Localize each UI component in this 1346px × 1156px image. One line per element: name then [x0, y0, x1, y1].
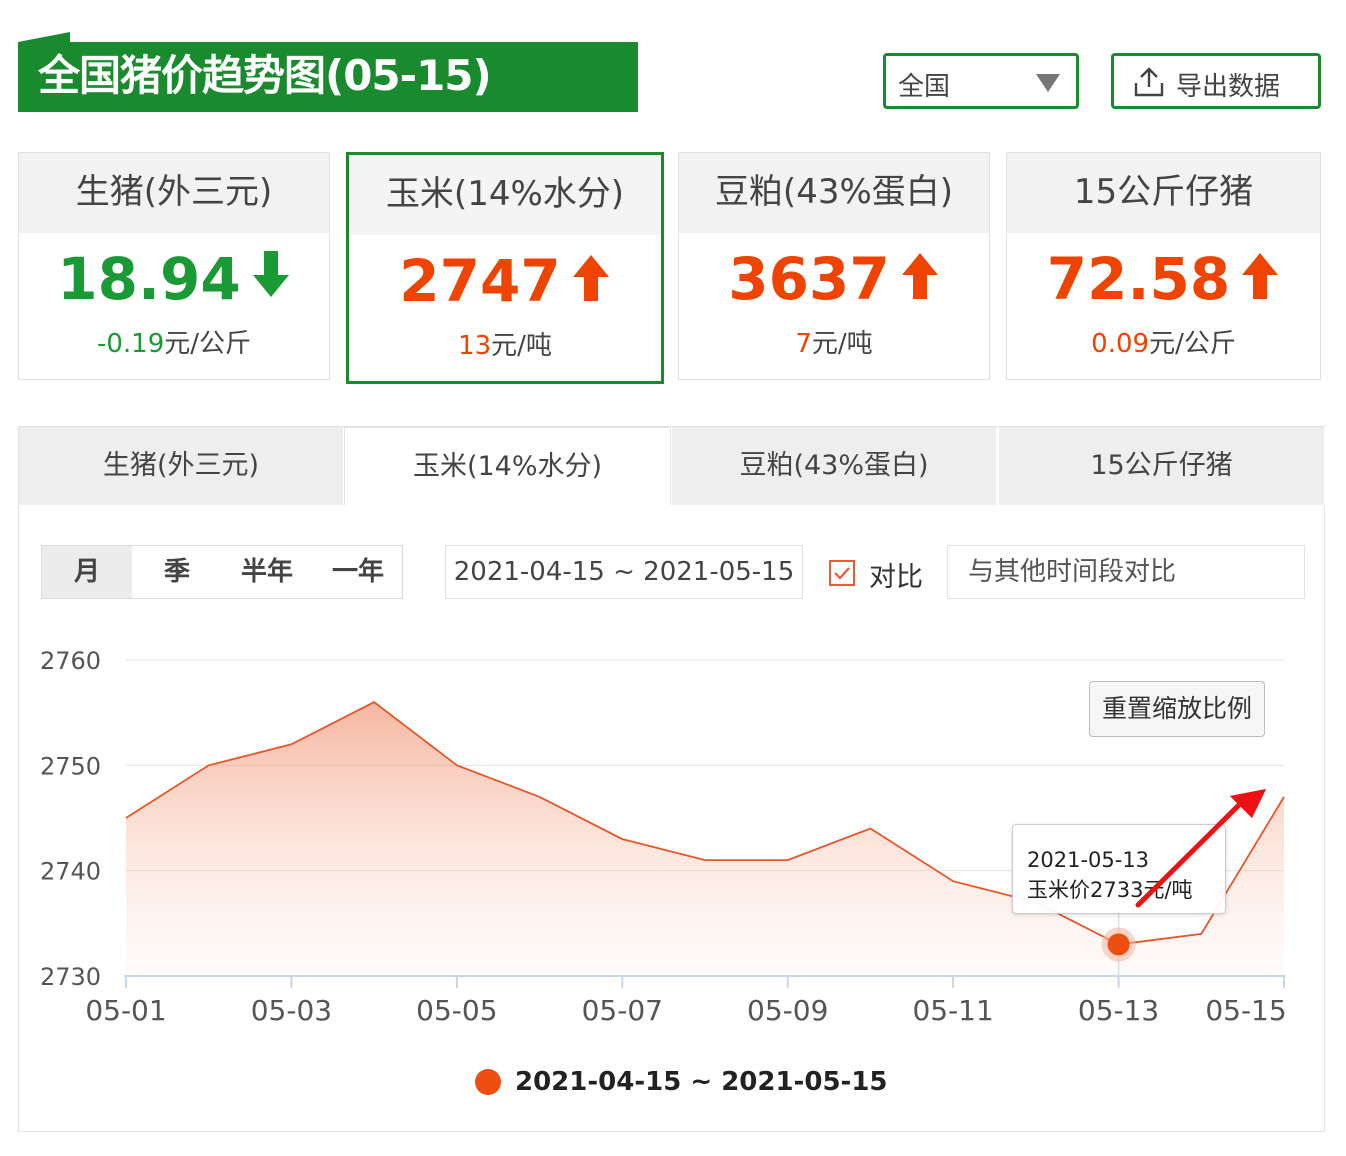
x-tick-label: 05-07	[582, 994, 663, 1027]
data-point-highlight[interactable]	[1107, 933, 1130, 956]
x-tick-label: 05-09	[747, 994, 828, 1027]
x-axis: 05-01 05-03 05-05 05-07 05-09 05-11 05-13 05-15	[85, 975, 1287, 1027]
legend-label: 2021-04-15 ~ 2021-05-15	[515, 1067, 888, 1097]
x-tick-label: 05-15	[1205, 994, 1286, 1027]
y-tick-label: 2740	[40, 858, 101, 886]
x-tick-label: 05-05	[416, 994, 497, 1027]
y-axis: 2730 2740 2750 2760	[40, 647, 101, 991]
legend-marker	[475, 1069, 501, 1095]
tooltip-value: 玉米价2733元/吨	[1027, 878, 1193, 902]
tooltip-date: 2021-05-13	[1027, 848, 1150, 872]
y-tick-label: 2760	[40, 647, 101, 675]
y-tick-label: 2750	[40, 752, 101, 780]
x-tick-label: 05-11	[912, 994, 993, 1027]
x-tick-label: 05-01	[85, 994, 166, 1027]
chart-tooltip: 2021-05-13 玉米价2733元/吨	[1012, 824, 1226, 914]
x-tick-label: 05-03	[251, 994, 332, 1027]
x-tick-label: 05-13	[1078, 994, 1159, 1027]
y-tick-label: 2730	[40, 963, 101, 991]
reset-zoom-button[interactable]: 重置缩放比例	[1089, 681, 1265, 737]
price-trend-chart: 2730274027502760 05-01 05-03 05-05 05-07 05-…	[40, 647, 1287, 1027]
